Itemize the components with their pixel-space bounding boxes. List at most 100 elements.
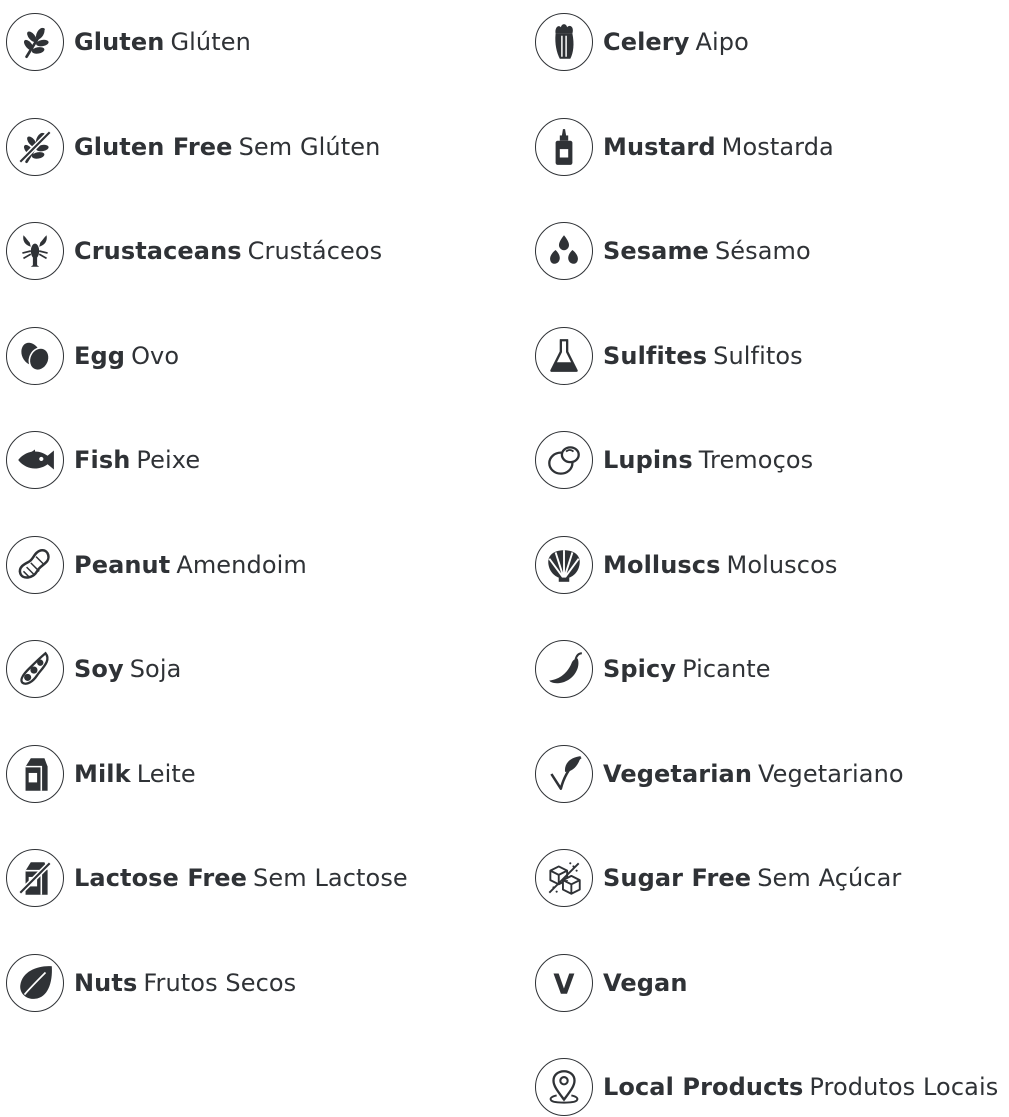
legend-label: Mustard Mostarda [603, 132, 834, 162]
legend-label: Crustaceans Crustáceos [74, 236, 382, 266]
legend-label: Local Products Produtos Locais [603, 1072, 998, 1102]
legend-label: Molluscs Moluscos [603, 550, 837, 580]
legend-label: Milk Leite [74, 759, 196, 789]
label-portuguese: Leite [136, 759, 196, 788]
label-portuguese: Frutos Secos [143, 968, 297, 997]
label-english: Egg [74, 341, 126, 370]
soy-pod-icon [6, 640, 64, 698]
legend-label: Gluten Glúten [74, 27, 251, 57]
legend-label: Lupins Tremoços [603, 445, 813, 475]
label-portuguese: Ovo [131, 341, 180, 370]
vegan-v-icon: V [535, 953, 593, 1012]
label-portuguese: Moluscos [726, 550, 838, 579]
label-portuguese: Aipo [695, 28, 749, 56]
legend-item: Sugar Free Sem Açúcar [535, 848, 901, 908]
legend-item: Gluten Free Sem Glúten [6, 117, 380, 177]
label-english: Lupins [603, 446, 693, 474]
label-portuguese: Vegetariano [758, 759, 904, 788]
label-portuguese: Picante [682, 655, 771, 683]
legend-item: Lupins Tremoços [535, 430, 813, 490]
label-portuguese: Peixe [136, 446, 201, 474]
legend-item: Peanut Amendoim [6, 535, 307, 595]
legend-label: Sulfites Sulfitos [603, 341, 803, 371]
label-portuguese: Mostarda [721, 132, 834, 161]
milk-carton-icon [6, 744, 64, 803]
milk-carton-crossed-icon [6, 849, 64, 907]
legend-item: Mustard Mostarda [535, 117, 834, 177]
legend-item: Nuts Frutos Secos [6, 953, 296, 1013]
legend-item: Fish Peixe [6, 430, 200, 490]
legend-label: Fish Peixe [74, 445, 200, 475]
legend-item: Sesame Sésamo [535, 221, 811, 281]
legend-label: Egg Ovo [74, 341, 179, 371]
wheat-crossed-icon [6, 117, 64, 176]
label-english: Sesame [603, 237, 709, 265]
label-english: Sugar Free [603, 864, 752, 892]
legend-item: Milk Leite [6, 744, 196, 804]
label-portuguese: Sésamo [714, 237, 811, 265]
lobster-icon [6, 222, 64, 280]
sesame-icon [535, 222, 593, 280]
label-english: Vegetarian [603, 759, 753, 788]
legend-item: Lactose Free Sem Lactose [6, 848, 408, 908]
svg-text:V: V [553, 969, 574, 1000]
label-portuguese: Sem Açúcar [757, 864, 902, 892]
label-english: Fish [74, 446, 131, 474]
leaf-check-icon [535, 744, 593, 803]
sugar-cubes-crossed-icon [535, 849, 593, 907]
legend-item: Crustaceans Crustáceos [6, 221, 382, 281]
legend-item: Vegetarian Vegetariano [535, 744, 904, 804]
label-portuguese: Amendoim [176, 550, 307, 579]
label-english: Sulfites [603, 341, 708, 370]
celery-icon [535, 13, 593, 71]
allergen-legend: Gluten Glúten Gluten Free Sem Glúten Crustac… [0, 0, 1009, 1116]
mustard-bottle-icon [535, 117, 593, 176]
label-english: Gluten [74, 28, 165, 56]
legend-label: Vegan [603, 968, 688, 998]
nut-icon [6, 953, 64, 1012]
label-portuguese: Produtos Locais [809, 1073, 999, 1101]
label-portuguese: Crustáceos [247, 237, 383, 265]
legend-item: Spicy Picante [535, 639, 771, 699]
label-portuguese: Tremoços [698, 446, 814, 474]
fish-icon [6, 431, 64, 489]
label-english: Gluten Free [74, 132, 233, 161]
label-english: Nuts [74, 968, 138, 997]
label-english: Vegan [603, 968, 688, 997]
legend-item: Molluscs Moluscos [535, 535, 837, 595]
chili-pepper-icon [535, 640, 593, 698]
legend-item: V Vegan [535, 953, 688, 1013]
label-english: Mustard [603, 132, 716, 161]
label-english: Lactose Free [74, 864, 248, 892]
legend-item: Gluten Glúten [6, 12, 251, 72]
legend-label: Sugar Free Sem Açúcar [603, 863, 901, 893]
label-portuguese: Soja [129, 655, 182, 683]
legend-item: Local Products Produtos Locais [535, 1057, 998, 1117]
label-english: Celery [603, 28, 690, 56]
label-english: Molluscs [603, 550, 721, 579]
legend-label: Gluten Free Sem Glúten [74, 132, 380, 162]
egg-icon [6, 326, 64, 385]
label-english: Soy [74, 655, 124, 683]
legend-label: Lactose Free Sem Lactose [74, 863, 408, 893]
legend-label: Spicy Picante [603, 654, 771, 684]
peanut-icon [6, 535, 64, 594]
legend-label: Peanut Amendoim [74, 550, 307, 580]
shell-icon [535, 535, 593, 594]
label-english: Crustaceans [74, 237, 242, 265]
legend-item: Sulfites Sulfitos [535, 326, 803, 386]
label-portuguese: Sem Lactose [253, 864, 408, 892]
lupin-icon [535, 431, 593, 489]
legend-label: Sesame Sésamo [603, 236, 811, 266]
legend-item: Celery Aipo [535, 12, 749, 72]
legend-label: Celery Aipo [603, 27, 749, 57]
legend-item: Egg Ovo [6, 326, 179, 386]
label-portuguese: Glúten [170, 28, 251, 56]
flask-icon [535, 326, 593, 385]
label-portuguese: Sem Glúten [238, 132, 381, 161]
legend-label: Nuts Frutos Secos [74, 968, 296, 998]
legend-label: Soy Soja [74, 654, 181, 684]
label-english: Peanut [74, 550, 171, 579]
legend-item: Soy Soja [6, 639, 181, 699]
label-english: Local Products [603, 1073, 804, 1101]
